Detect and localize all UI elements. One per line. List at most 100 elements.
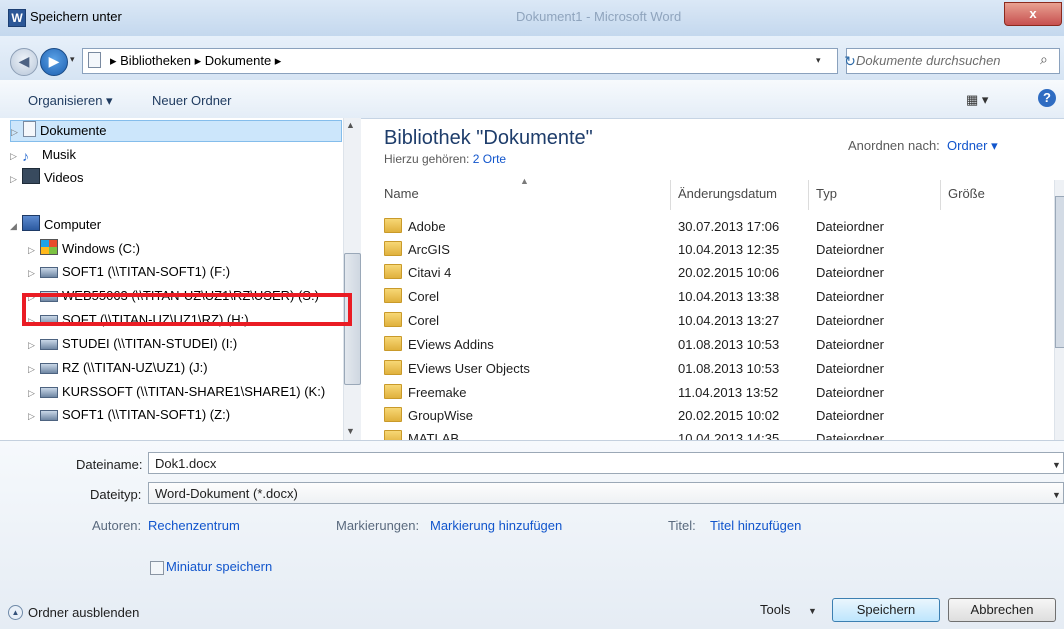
tree-item-drive-k[interactable]: ▷ KURSSOFT (\\TITAN-SHARE1\SHARE1) (K:) [28, 382, 325, 402]
windows-drive-icon [40, 239, 58, 255]
tree-item-drive-z[interactable]: ▷ SOFT1 (\\TITAN-SOFT1) (Z:) [28, 405, 230, 425]
file-row[interactable]: MATLAB 10.04.2013 14:35 Dateiordner [384, 428, 1034, 440]
folder-icon [384, 336, 402, 351]
folder-icon [384, 218, 402, 233]
expand-arrow-icon[interactable]: ▷ [28, 263, 40, 283]
forward-button[interactable]: ▶ [40, 48, 68, 76]
hide-folders-link[interactable]: Ordner ausblenden [28, 605, 139, 620]
save-thumbnail-checkbox[interactable] [150, 561, 164, 575]
folder-icon [384, 407, 402, 422]
tree-item-drive-c[interactable]: ▷ Windows (C:) [28, 239, 140, 259]
column-header-size[interactable]: Größe [948, 186, 985, 201]
computer-icon [22, 215, 40, 231]
arrange-by: Anordnen nach: Ordner ▾ [848, 138, 998, 153]
sort-ascending-icon: ▲ [520, 176, 529, 186]
network-drive-icon [40, 387, 58, 398]
tree-item-computer[interactable]: ◢ Computer [10, 215, 101, 235]
tree-item-drive-f[interactable]: ▷ SOFT1 (\\TITAN-SOFT1) (F:) [28, 262, 230, 282]
expand-arrow-icon[interactable]: ▷ [28, 406, 40, 426]
column-header-date[interactable]: Änderungsdatum [678, 186, 777, 201]
filetype-dropdown-icon[interactable]: ▼ [1052, 490, 1061, 500]
cancel-button[interactable]: Abbrechen [948, 598, 1056, 622]
filetype-select[interactable]: Word-Dokument (*.docx) [148, 482, 1064, 504]
network-drive-icon [40, 410, 58, 421]
filename-dropdown-icon[interactable]: ▼ [1052, 460, 1061, 470]
column-header-name[interactable]: Name [384, 186, 419, 201]
folder-icon [384, 360, 402, 375]
address-dropdown-icon[interactable]: ▾ [816, 55, 821, 66]
tools-menu[interactable]: Tools [760, 602, 790, 617]
column-divider[interactable] [670, 180, 671, 210]
file-row[interactable]: Corel 10.04.2013 13:38 Dateiordner [384, 286, 1034, 308]
folder-icon [384, 430, 402, 440]
folder-icon [384, 312, 402, 327]
breadcrumb[interactable]: ▸ Bibliotheken ▸ Dokumente ▸ [110, 53, 281, 69]
background-window-title: Dokument1 - Microsoft Word [516, 9, 682, 24]
file-row[interactable]: EViews Addins 01.08.2013 10:53 Dateiordn… [384, 334, 1034, 356]
file-row[interactable]: GroupWise 20.02.2015 10:02 Dateiordner [384, 405, 1034, 427]
scroll-up-icon[interactable]: ▲ [346, 120, 355, 130]
expand-arrow-icon[interactable]: ▷ [10, 146, 22, 166]
collapse-up-icon[interactable]: ▲ [8, 605, 23, 620]
file-row[interactable]: Corel 10.04.2013 13:27 Dateiordner [384, 310, 1034, 332]
column-divider[interactable] [808, 180, 809, 210]
back-button[interactable]: ◀ [10, 48, 38, 76]
expand-arrow-icon[interactable]: ▷ [10, 169, 22, 189]
authors-link[interactable]: Rechenzentrum [148, 518, 240, 533]
document-library-icon [23, 121, 36, 137]
expand-arrow-icon[interactable]: ▷ [28, 240, 40, 260]
library-includes: Hierzu gehören: 2 Orte [384, 152, 507, 166]
tree-item-videos[interactable]: ▷ Videos [10, 168, 84, 188]
library-title: Bibliothek "Dokumente" [384, 127, 593, 149]
folder-icon [384, 384, 402, 399]
file-list-scrollbar-thumb[interactable] [1055, 196, 1064, 348]
search-placeholder: Dokumente durchsuchen [856, 53, 1001, 68]
network-drive-icon [40, 339, 58, 350]
title-label: Titel: [668, 518, 696, 533]
word-app-icon: W [8, 9, 26, 27]
organize-button[interactable]: Organisieren ▾ [28, 93, 113, 109]
network-drive-icon [40, 267, 58, 278]
library-locations-link[interactable]: 2 Orte [473, 152, 506, 166]
video-icon [22, 168, 40, 184]
add-title-link[interactable]: Titel hinzufügen [710, 518, 801, 533]
library-icon [88, 52, 101, 68]
file-row[interactable]: Freemake 11.04.2013 13:52 Dateiordner [384, 382, 1034, 404]
expand-arrow-icon[interactable]: ▷ [11, 122, 23, 142]
arrange-by-dropdown[interactable]: Ordner ▾ [947, 138, 998, 153]
network-drive-icon [40, 363, 58, 374]
search-icon[interactable]: ⌕ [1040, 51, 1048, 68]
expand-arrow-icon[interactable]: ▷ [28, 335, 40, 355]
folder-icon [384, 288, 402, 303]
tree-item-drive-i[interactable]: ▷ STUDEI (\\TITAN-STUDEI) (I:) [28, 334, 237, 354]
file-row[interactable]: Adobe 30.07.2013 17:06 Dateiordner [384, 216, 1034, 238]
file-row[interactable]: EViews User Objects 01.08.2013 10:53 Dat… [384, 358, 1034, 380]
help-icon[interactable]: ? [1038, 89, 1056, 107]
collapse-arrow-icon[interactable]: ◢ [10, 216, 22, 236]
save-button[interactable]: Speichern [832, 598, 940, 622]
folder-icon [384, 264, 402, 279]
expand-arrow-icon[interactable]: ▷ [28, 359, 40, 379]
new-folder-button[interactable]: Neuer Ordner [152, 93, 231, 108]
tree-item-documents[interactable]: ▷ Dokumente [10, 120, 342, 142]
folder-icon [384, 241, 402, 256]
highlight-annotation-box [22, 293, 352, 326]
tree-item-music[interactable]: ▷ ♪ Musik [10, 145, 76, 165]
close-button[interactable]: x [1004, 2, 1062, 26]
column-header-type[interactable]: Typ [816, 186, 837, 201]
column-divider[interactable] [940, 180, 941, 210]
file-row[interactable]: ArcGIS 10.04.2013 12:35 Dateiordner [384, 239, 1034, 261]
tools-dropdown-icon[interactable]: ▼ [808, 606, 817, 616]
file-row[interactable]: Citavi 4 20.02.2015 10:06 Dateiordner [384, 262, 1034, 284]
tree-item-drive-j[interactable]: ▷ RZ (\\TITAN-UZ\UZ1) (J:) [28, 358, 208, 378]
scroll-down-icon[interactable]: ▼ [346, 426, 355, 436]
dialog-title: Speichern unter [30, 9, 122, 24]
filename-label: Dateiname: [76, 457, 143, 472]
expand-arrow-icon[interactable]: ▷ [28, 383, 40, 403]
filename-input[interactable]: Dok1.docx [148, 452, 1064, 474]
history-dropdown-icon[interactable]: ▾ [70, 54, 75, 65]
save-thumbnail-label[interactable]: Miniatur speichern [166, 559, 272, 574]
add-tag-link[interactable]: Markierung hinzufügen [430, 518, 562, 533]
view-options-icon[interactable]: ▦ ▾ [966, 92, 988, 108]
filetype-label: Dateityp: [90, 487, 142, 502]
